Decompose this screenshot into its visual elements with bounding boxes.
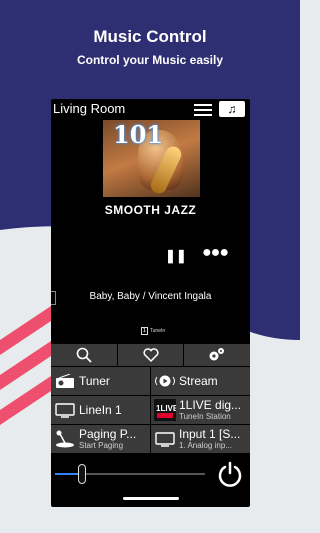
volume-bar [51, 456, 250, 492]
source-stream[interactable]: Stream [151, 367, 250, 395]
source-name: 1LIVE dig... [179, 398, 242, 412]
hamburger-icon[interactable] [194, 104, 212, 116]
source-grid: Tuner Stream LineIn 1 1LIVE 1LIVE dig...… [51, 367, 250, 454]
source-sub: Start Paging [79, 441, 124, 450]
source-name: Stream [179, 373, 218, 388]
source-sub: TuneIn Station [179, 412, 231, 421]
music-note-icon[interactable]: ♫ [219, 101, 245, 117]
heart-icon[interactable] [117, 344, 184, 366]
1live-logo-icon: 1LIVE [154, 399, 176, 421]
hero-title: Music Control [93, 27, 207, 46]
gears-icon[interactable] [184, 344, 250, 366]
source-tuner[interactable]: Tuner [51, 367, 150, 395]
pause-icon[interactable]: ❚❚ [165, 248, 187, 264]
toolbar [51, 344, 250, 366]
cover-title: SMOOTH JAZZ [104, 203, 197, 217]
tunein-logo-text: TuneIn [149, 328, 166, 334]
display-icon [154, 430, 176, 448]
source-name: Tuner [79, 373, 110, 388]
track-info: Baby, Baby / Vincent Ingala [89, 291, 212, 302]
source-name: Paging P... [79, 427, 137, 441]
volume-slider-thumb[interactable] [78, 464, 86, 484]
source-sub: 1. Analog inp... [179, 441, 232, 450]
source-1live[interactable]: 1LIVE 1LIVE dig... TuneIn Station [151, 396, 250, 424]
radio-icon [54, 372, 76, 390]
svg-text:1LIVE: 1LIVE [156, 404, 176, 413]
stream-icon [154, 372, 176, 390]
cover-number: 101 [113, 120, 164, 149]
tunein-logo: 1 TuneIn [141, 327, 166, 335]
phone-screen: Living Room ♫ 101 SMOOTH JAZZ ❚❚ ●●● Bab… [51, 99, 250, 507]
app-header: Living Room ♫ [51, 99, 250, 119]
source-input-1[interactable]: Input 1 [S... 1. Analog inp... [151, 425, 250, 453]
hero-subtitle: Control your Music easily [76, 53, 224, 67]
source-linein-1[interactable]: LineIn 1 [51, 396, 150, 424]
display-icon [54, 401, 76, 419]
microphone-icon [54, 430, 76, 448]
source-name: Input 1 [S... [179, 427, 241, 441]
source-paging[interactable]: Paging P... Start Paging [51, 425, 150, 453]
home-indicator[interactable] [123, 497, 179, 500]
search-icon[interactable] [51, 344, 117, 366]
power-icon[interactable] [216, 460, 244, 488]
room-name[interactable]: Living Room [53, 101, 125, 116]
source-name: LineIn 1 [79, 402, 122, 417]
more-icon[interactable]: ●●● [202, 244, 229, 262]
